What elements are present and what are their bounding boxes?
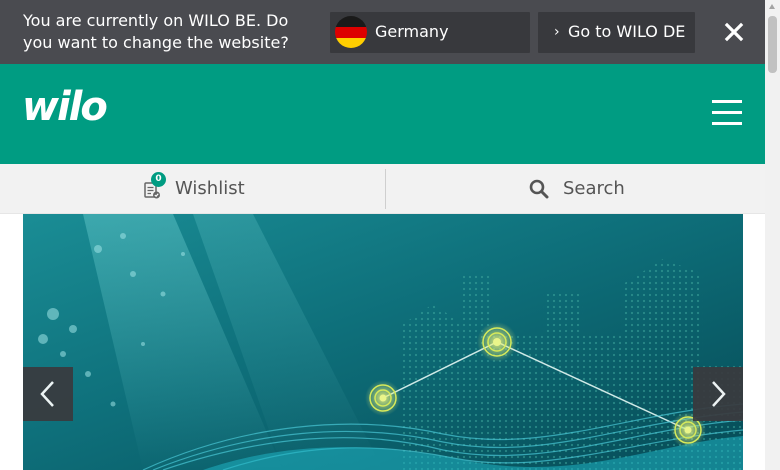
go-to-site-button[interactable]: › Go to WILO DE [538,12,695,53]
utility-toolbar: 0 Wishlist Search [0,164,765,214]
hero-image [23,214,743,470]
scrollbar-thumb[interactable] [768,16,777,73]
hamburger-menu-button[interactable] [712,100,744,126]
country-select[interactable]: Germany [330,12,530,53]
wishlist-button[interactable]: 0 Wishlist [0,164,385,214]
page-scrollbar[interactable] [765,0,780,470]
chevron-left-icon [40,381,54,407]
menu-bar [712,100,742,103]
menu-bar [712,122,742,125]
page: You are currently on WILO BE. Do you wan… [0,0,765,470]
country-select-label: Germany [375,22,449,41]
search-button[interactable]: Search [386,164,765,214]
wishlist-label: Wishlist [175,178,245,199]
close-banner-button[interactable] [722,20,746,44]
scroll-up-icon[interactable] [769,4,775,9]
chevron-right-icon [712,381,726,407]
slider-next-button[interactable] [693,367,743,421]
slider-prev-button[interactable] [23,367,73,421]
germany-flag-icon [335,16,367,48]
close-icon [724,22,744,42]
chevron-right-icon: › [554,24,560,40]
search-icon [529,179,549,199]
country-banner: You are currently on WILO BE. Do you wan… [0,0,765,64]
wishlist-count-badge: 0 [151,172,166,187]
banner-message: You are currently on WILO BE. Do you wan… [23,11,289,52]
go-to-site-label: Go to WILO DE [568,22,686,41]
menu-bar [712,111,742,114]
wilo-logo[interactable]: wilo [22,84,108,130]
search-label: Search [563,178,625,199]
site-header: wilo [0,64,765,164]
